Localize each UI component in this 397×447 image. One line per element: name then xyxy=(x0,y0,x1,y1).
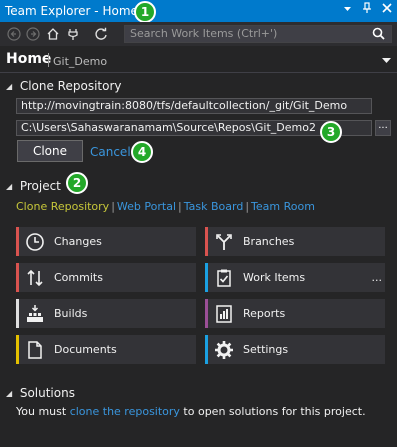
tile-accent-bar xyxy=(205,335,208,364)
tile-label: Documents xyxy=(54,343,117,356)
tile-accent-bar xyxy=(16,227,19,256)
cancel-link[interactable]: Cancel xyxy=(90,145,131,159)
project-heading: Project xyxy=(19,179,61,193)
web-portal-link[interactable]: Web Portal xyxy=(117,200,176,213)
clone-repository-inline-link[interactable]: clone the repository xyxy=(70,405,180,418)
callout-1: 1 xyxy=(134,1,156,23)
clone-button[interactable]: Clone xyxy=(17,140,83,162)
search-placeholder: Search Work Items (Ctrl+') xyxy=(130,27,278,40)
clock-icon xyxy=(25,232,45,252)
tile-label: Commits xyxy=(54,271,103,284)
close-icon[interactable] xyxy=(381,2,393,17)
more-options-icon[interactable]: ... xyxy=(372,271,383,284)
solutions-message: You must clone the repository to open so… xyxy=(16,405,366,418)
solutions-section-header[interactable]: ◢ Solutions xyxy=(6,386,75,400)
tile-accent-bar xyxy=(16,299,19,328)
window-controls xyxy=(341,2,393,17)
tile-branches[interactable]: Branches xyxy=(205,227,385,256)
tile-reports[interactable]: Reports xyxy=(205,299,385,328)
back-icon[interactable] xyxy=(5,25,23,43)
tile-label: Settings xyxy=(243,343,289,356)
title-bar: Team Explorer - Home xyxy=(0,0,397,22)
chevron-down-icon[interactable] xyxy=(382,54,391,67)
forward-icon[interactable] xyxy=(24,25,42,43)
link-separator: | xyxy=(111,200,115,213)
callout-2: 2 xyxy=(66,172,88,194)
pin-icon[interactable] xyxy=(361,2,373,17)
solutions-heading: Solutions xyxy=(19,386,75,400)
search-icon[interactable] xyxy=(372,26,386,46)
callout-4: 4 xyxy=(131,141,153,163)
tile-accent-bar xyxy=(205,263,208,292)
tile-accent-bar xyxy=(205,299,208,328)
local-path-field[interactable]: C:\Users\Sahaswaranamam\Source\Repos\Git… xyxy=(16,120,372,136)
clone-repository-link[interactable]: Clone Repository xyxy=(16,200,109,213)
tile-label: Work Items xyxy=(243,271,306,284)
search-input[interactable]: Search Work Items (Ctrl+') xyxy=(124,25,392,43)
solutions-text-after: to open solutions for this project. xyxy=(179,405,366,418)
clipboard-check-icon xyxy=(214,268,234,288)
tile-documents[interactable]: Documents xyxy=(16,335,196,364)
document-icon xyxy=(25,340,45,360)
browse-button[interactable]: ... xyxy=(375,120,391,136)
solutions-text-before: You must xyxy=(16,405,70,418)
tile-builds[interactable]: Builds xyxy=(16,299,196,328)
window-title: Team Explorer - Home xyxy=(5,4,138,18)
clone-repository-section-header[interactable]: ◢ Clone Repository xyxy=(6,79,122,93)
tile-accent-bar xyxy=(205,227,208,256)
page-title: Home xyxy=(6,51,52,67)
tile-settings[interactable]: Settings xyxy=(205,335,385,364)
report-icon xyxy=(214,304,234,324)
page-header: Home Git_Demo xyxy=(0,46,397,73)
build-icon xyxy=(25,304,45,324)
tile-label: Reports xyxy=(243,307,286,320)
task-board-link[interactable]: Task Board xyxy=(184,200,244,213)
branch-icon xyxy=(214,232,234,252)
connect-icon[interactable] xyxy=(64,25,82,43)
collapse-triangle-icon: ◢ xyxy=(6,82,13,91)
collapse-triangle-icon: ◢ xyxy=(6,182,13,191)
project-links: Clone Repository | Web Portal | Task Board | T… xyxy=(16,200,315,213)
tile-changes[interactable]: Changes xyxy=(16,227,196,256)
tile-label: Builds xyxy=(54,307,88,320)
page-subtitle: Git_Demo xyxy=(53,55,108,68)
refresh-icon[interactable] xyxy=(92,25,110,43)
tile-label: Branches xyxy=(243,235,295,248)
tile-commits[interactable]: Commits xyxy=(16,263,196,292)
tile-accent-bar xyxy=(16,335,19,364)
repository-url-field[interactable]: http://movingtrain:8080/tfs/defaultcolle… xyxy=(16,98,372,114)
clone-repository-heading: Clone Repository xyxy=(19,79,122,93)
project-section-header[interactable]: ◢ Project xyxy=(6,179,61,193)
callout-3: 3 xyxy=(320,121,342,143)
tile-accent-bar xyxy=(16,263,19,292)
link-separator: | xyxy=(178,200,182,213)
sync-arrows-icon xyxy=(25,268,45,288)
collapse-triangle-icon: ◢ xyxy=(6,389,13,398)
dropdown-arrow-icon[interactable] xyxy=(341,2,353,17)
tile-work-items[interactable]: Work Items ... xyxy=(205,263,385,292)
link-separator: | xyxy=(245,200,250,213)
home-icon[interactable] xyxy=(44,25,62,43)
team-room-link[interactable]: Team Room xyxy=(251,200,315,213)
tile-label: Changes xyxy=(54,235,102,248)
gear-icon xyxy=(214,340,234,360)
page-title-divider xyxy=(48,53,49,67)
toolbar: Search Work Items (Ctrl+') xyxy=(0,22,397,46)
